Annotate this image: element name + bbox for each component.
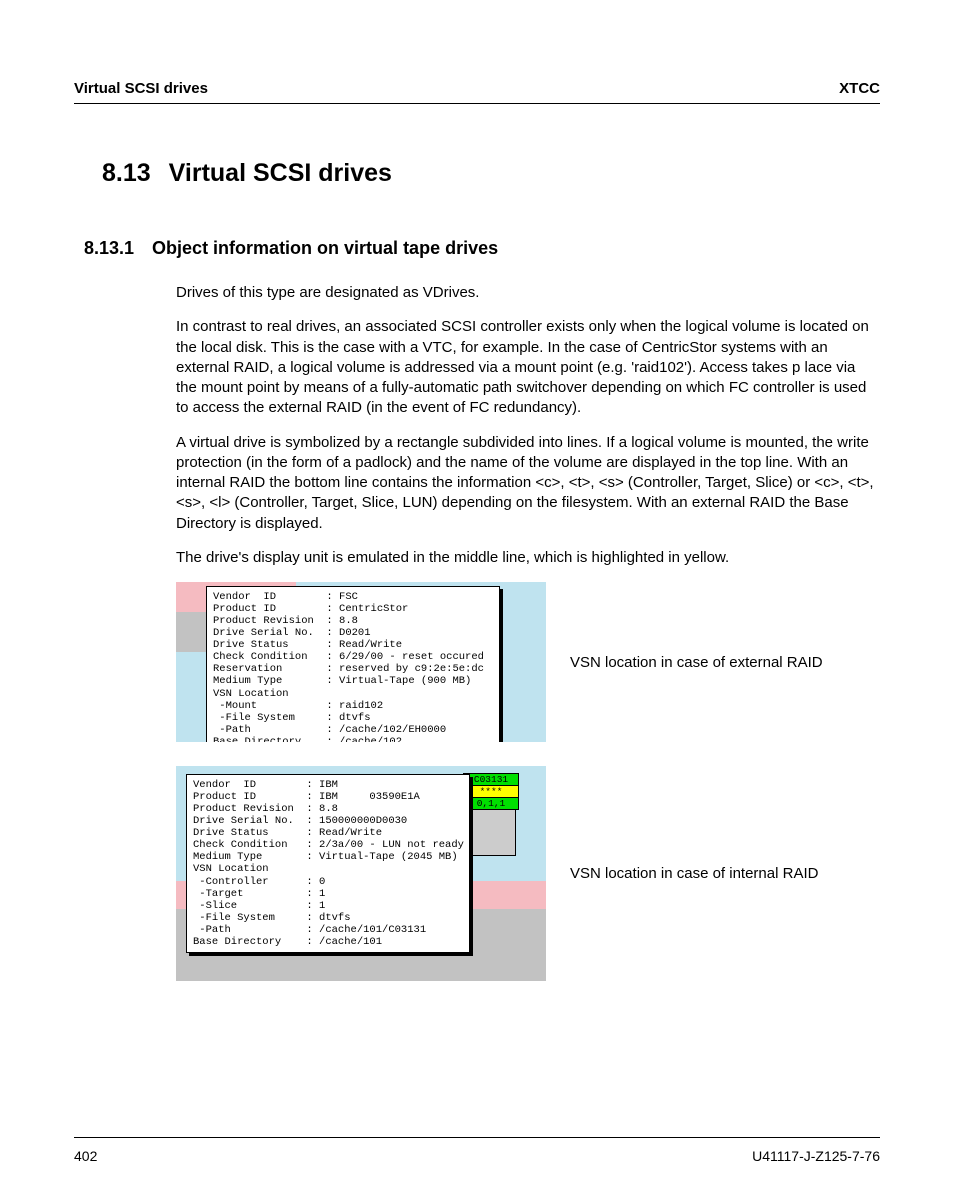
section-title: Virtual SCSI drives xyxy=(169,159,392,188)
caption-internal: VSN location in case of internal RAID xyxy=(570,865,818,882)
page-number: 402 xyxy=(74,1148,97,1164)
screenshot-external-raid: Vendor ID : FSC Product ID : CentricStor… xyxy=(176,582,546,742)
paragraph: The drive's display unit is emulated in … xyxy=(176,548,880,568)
tooltip-internal: Vendor ID : IBM Product ID : IBM 03590E1… xyxy=(186,774,470,953)
doc-id: U41117-J-Z125-7-76 xyxy=(752,1148,880,1164)
virtual-drive-icon: C03131 **** 0,1,1 xyxy=(462,799,516,856)
figure-row-internal: C03131 **** 0,1,1 Vendor ID : IBM Produc… xyxy=(176,766,880,981)
subsection-heading: 8.13.1 Object information on virtual tap… xyxy=(84,238,880,259)
paragraph: In contrast to real drives, an associate… xyxy=(176,317,880,418)
page-footer: 402 U41117-J-Z125-7-76 xyxy=(74,1137,880,1164)
header-left: Virtual SCSI drives xyxy=(74,80,208,97)
paragraph: A virtual drive is symbolized by a recta… xyxy=(176,433,880,534)
drive-display: **** xyxy=(463,786,519,798)
paragraph: Drives of this type are designated as VD… xyxy=(176,283,880,303)
section-heading: 8.13 Virtual SCSI drives xyxy=(102,159,880,188)
header-right: XTCC xyxy=(839,80,880,97)
caption-external: VSN location in case of external RAID xyxy=(570,654,823,671)
drive-vsn: C03131 xyxy=(463,773,519,786)
subsection-title: Object information on virtual tape drive… xyxy=(152,238,498,259)
subsection-number: 8.13.1 xyxy=(84,238,134,259)
drive-cts: 0,1,1 xyxy=(463,798,519,810)
figure-row-external: Vendor ID : FSC Product ID : CentricStor… xyxy=(176,582,880,742)
figures: Vendor ID : FSC Product ID : CentricStor… xyxy=(176,582,880,981)
section-number: 8.13 xyxy=(102,159,151,188)
page: Virtual SCSI drives XTCC 8.13 Virtual SC… xyxy=(0,0,954,1204)
running-header: Virtual SCSI drives XTCC xyxy=(74,80,880,104)
tooltip-external: Vendor ID : FSC Product ID : CentricStor… xyxy=(206,586,500,742)
body-text: Drives of this type are designated as VD… xyxy=(176,283,880,568)
screenshot-internal-raid: C03131 **** 0,1,1 Vendor ID : IBM Produc… xyxy=(176,766,546,981)
drive-label: C03131 **** 0,1,1 xyxy=(463,773,519,810)
